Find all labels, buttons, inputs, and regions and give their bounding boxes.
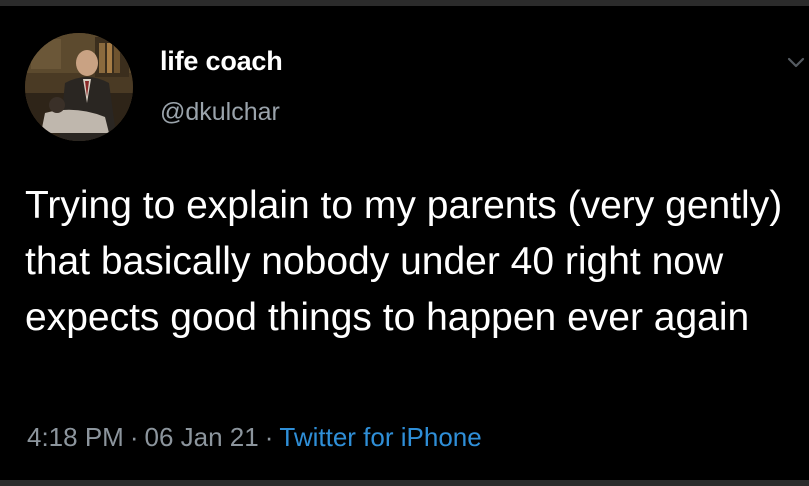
- profile-photo-icon: [25, 33, 133, 141]
- chevron-down-icon[interactable]: [787, 56, 805, 70]
- tweet-metadata: 4:18 PM · 06 Jan 21 · Twitter for iPhone: [27, 422, 482, 453]
- tweet-text: Trying to explain to my parents (very ge…: [25, 184, 783, 339]
- tweet-date[interactable]: 06 Jan 21: [145, 422, 259, 452]
- tweet-time[interactable]: 4:18 PM: [27, 422, 124, 452]
- display-name[interactable]: life coach: [160, 46, 283, 77]
- separator: ·: [264, 422, 274, 452]
- avatar[interactable]: [25, 33, 133, 141]
- tweet-card: life coach @dkulchar Trying to explain t…: [0, 6, 809, 480]
- tweet-source-link[interactable]: Twitter for iPhone: [279, 422, 481, 452]
- bottom-border: [0, 480, 809, 486]
- username-handle[interactable]: @dkulchar: [160, 98, 280, 127]
- separator: ·: [129, 422, 139, 452]
